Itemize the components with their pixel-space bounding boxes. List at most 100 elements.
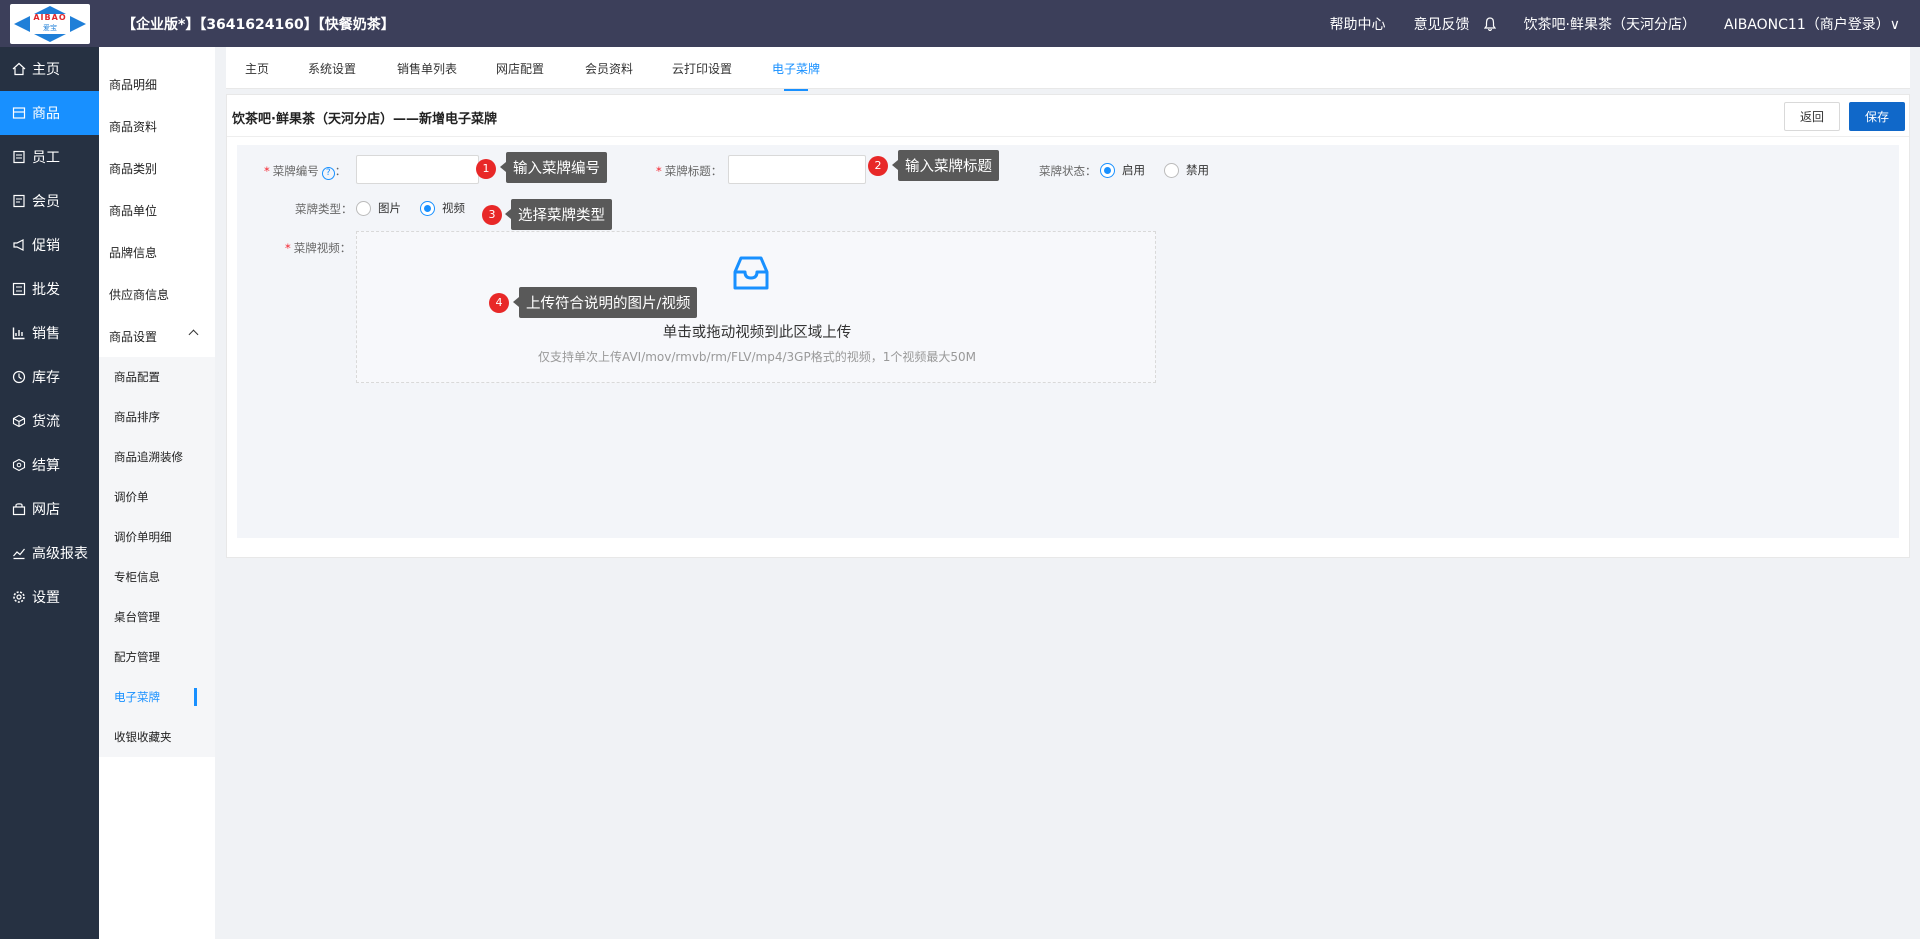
subnav-child[interactable]: 商品配置 bbox=[99, 357, 215, 397]
settle-icon bbox=[12, 458, 26, 472]
subnav-child[interactable]: 桌台管理 bbox=[99, 597, 215, 637]
upload-main-text: 单击或拖动视频到此区域上传 bbox=[662, 325, 852, 341]
radio-dot bbox=[1164, 162, 1179, 178]
nav-label: 批发 bbox=[32, 282, 60, 298]
subnav-item[interactable]: 品牌信息 bbox=[99, 231, 215, 273]
feedback-link[interactable]: 意见反馈 bbox=[1414, 14, 1470, 34]
logo-text: AIBAO bbox=[33, 13, 67, 22]
bell-icon[interactable] bbox=[1483, 17, 1496, 31]
company-info: 【企业版*】【3641624160】【快餐奶茶】 bbox=[122, 17, 395, 33]
nav-shop[interactable]: 网店 bbox=[0, 487, 99, 531]
subnav-child[interactable]: 配方管理 bbox=[99, 637, 215, 677]
nav-promo[interactable]: 促销 bbox=[0, 223, 99, 267]
subnav-group-goods-settings[interactable]: 商品设置 bbox=[99, 315, 215, 357]
nav-staff[interactable]: 员工 bbox=[0, 135, 99, 179]
tip-step-2: 输入菜牌标题 bbox=[892, 150, 999, 181]
subnav-child[interactable]: 专柜信息 bbox=[99, 557, 215, 597]
required-mark: * bbox=[264, 164, 270, 178]
wholesale-icon bbox=[12, 282, 26, 296]
status-label: 菜牌状态： bbox=[1039, 164, 1097, 178]
title-label: * 菜牌标题： bbox=[656, 163, 722, 179]
left-nav: 主页 商品 员工 会员 促销 批发 销售 库存 货流 结算 网店 高级报表 设置 bbox=[0, 47, 99, 939]
title-input[interactable] bbox=[728, 155, 866, 184]
staff-icon bbox=[13, 150, 25, 164]
code-label-text: 菜牌编号 bbox=[272, 164, 319, 178]
subnav-item[interactable]: 供应商信息 bbox=[99, 273, 215, 315]
stock-icon bbox=[12, 370, 26, 384]
subnav-item[interactable]: 商品明细 bbox=[99, 63, 215, 105]
inbox-icon bbox=[733, 256, 769, 290]
type-radio-video[interactable]: 视频 bbox=[420, 200, 465, 216]
store-selector[interactable]: 饮茶吧·鲜果茶（天河分店） bbox=[1524, 14, 1696, 34]
tab-e-menu[interactable]: 电子菜牌 bbox=[772, 60, 820, 91]
nav-logistics[interactable]: 货流 bbox=[0, 399, 99, 443]
logo-subtext: 爱宝 bbox=[43, 24, 57, 32]
video-label-text: 菜牌视频： bbox=[293, 241, 352, 255]
nav-sales[interactable]: 销售 bbox=[0, 311, 99, 355]
nav-label: 员工 bbox=[32, 150, 60, 166]
nav-label: 会员 bbox=[32, 194, 60, 210]
code-label: * 菜牌编号?： bbox=[264, 163, 346, 180]
video-label: * 菜牌视频： bbox=[285, 240, 351, 256]
logo[interactable]: AIBAO 爱宝 bbox=[10, 4, 90, 44]
question-icon[interactable]: ? bbox=[321, 167, 335, 180]
radio-dot bbox=[420, 200, 435, 216]
tab-system-settings[interactable]: 系统设置 bbox=[308, 60, 356, 77]
nav-settle[interactable]: 结算 bbox=[0, 443, 99, 487]
nav-label: 网店 bbox=[32, 502, 60, 518]
title-label-text: 菜牌标题 bbox=[664, 164, 711, 178]
step-badge-4: 4 bbox=[489, 293, 509, 313]
nav-wholesale[interactable]: 批发 bbox=[0, 267, 99, 311]
nav-report[interactable]: 高级报表 bbox=[0, 531, 99, 575]
radio-label: 图片 bbox=[378, 201, 401, 215]
subnav-item[interactable]: 商品资料 bbox=[99, 105, 215, 147]
report-icon bbox=[13, 548, 25, 560]
radio-label: 启用 bbox=[1122, 163, 1145, 177]
nav-home[interactable]: 主页 bbox=[0, 47, 99, 91]
nav-stock[interactable]: 库存 bbox=[0, 355, 99, 399]
subnav-child[interactable]: 调价单明细 bbox=[99, 517, 215, 557]
video-upload-dropzone[interactable]: 单击或拖动视频到此区域上传 仅支持单次上传AVI/mov/rmvb/rm/FLV… bbox=[356, 231, 1156, 383]
tab-member-info[interactable]: 会员资料 bbox=[585, 60, 633, 77]
nav-label: 结算 bbox=[32, 458, 60, 474]
radio-dot bbox=[356, 200, 371, 216]
nav-goods[interactable]: 商品 bbox=[0, 91, 99, 135]
nav-settings[interactable]: 设置 bbox=[0, 575, 99, 619]
tab-home[interactable]: 主页 bbox=[245, 60, 269, 77]
tab-cloud-print[interactable]: 云打印设置 bbox=[672, 60, 732, 77]
subnav-group-label: 商品设置 bbox=[109, 329, 158, 344]
subnav-child[interactable]: 收银收藏夹 bbox=[99, 717, 215, 757]
sub-nav: 商品明细 商品资料 商品类别 商品单位 品牌信息 供应商信息 商品设置 商品配置… bbox=[99, 47, 215, 939]
status-radio-disabled[interactable]: 禁用 bbox=[1164, 162, 1209, 178]
tip-step-1: 输入菜牌编号 bbox=[500, 152, 607, 183]
tab-online-shop[interactable]: 网店配置 bbox=[496, 60, 544, 77]
subnav-child-e-menu[interactable]: 电子菜牌 bbox=[99, 677, 215, 717]
tab-sales-list[interactable]: 销售单列表 bbox=[397, 60, 457, 77]
logistics-icon bbox=[12, 414, 26, 428]
save-button[interactable]: 保存 bbox=[1849, 102, 1905, 131]
back-button[interactable]: 返回 bbox=[1784, 102, 1840, 131]
subnav-child[interactable]: 调价单 bbox=[99, 477, 215, 517]
subnav-child[interactable]: 商品追溯装修 bbox=[99, 437, 215, 477]
nav-label: 促销 bbox=[32, 238, 60, 254]
subnav-item[interactable]: 商品类别 bbox=[99, 147, 215, 189]
radio-label: 禁用 bbox=[1186, 163, 1209, 177]
nav-member[interactable]: 会员 bbox=[0, 179, 99, 223]
chevron-up-icon bbox=[188, 329, 199, 340]
type-radio-image[interactable]: 图片 bbox=[356, 200, 401, 216]
type-label: 菜牌类型： bbox=[295, 202, 353, 216]
page-title: 饮茶吧·鲜果茶（天河分店）——新增电子菜牌 bbox=[232, 112, 497, 127]
help-center-link[interactable]: 帮助中心 bbox=[1330, 14, 1386, 34]
promo-icon bbox=[13, 239, 24, 251]
nav-label: 商品 bbox=[32, 106, 60, 122]
tip-step-4: 上传符合说明的图片/视频 bbox=[512, 287, 698, 318]
subnav-item[interactable]: 商品单位 bbox=[99, 189, 215, 231]
status-radio-enabled[interactable]: 启用 bbox=[1100, 162, 1145, 178]
user-menu[interactable]: AIBAONC11（商户登录）∨ bbox=[1724, 14, 1900, 34]
radio-label: 视频 bbox=[442, 201, 465, 215]
subnav-child[interactable]: 商品排序 bbox=[99, 397, 215, 437]
shop-icon bbox=[12, 503, 26, 516]
code-input[interactable] bbox=[356, 155, 479, 184]
tab-bar: 主页 系统设置 销售单列表 网店配置 会员资料 云打印设置 电子菜牌 bbox=[226, 47, 1910, 91]
top-bar: AIBAO 爱宝 【企业版*】【3641624160】【快餐奶茶】 帮助中心 意… bbox=[0, 0, 1920, 47]
